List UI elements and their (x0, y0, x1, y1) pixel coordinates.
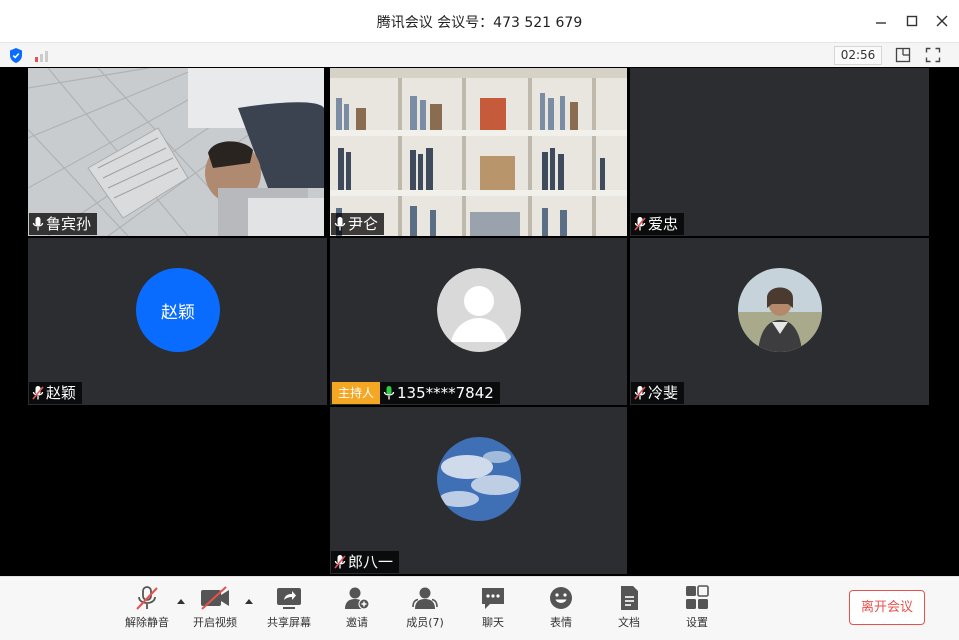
chat-icon (482, 588, 504, 609)
participant-nameplate: 135****7842 (380, 382, 500, 404)
participant-name: 郎八一 (348, 553, 394, 571)
maximize-icon[interactable] (903, 12, 921, 30)
share-icon (277, 588, 301, 609)
participant-name: 鲁宾孙 (46, 215, 92, 233)
add-user-icon (345, 587, 370, 610)
grid-icon (686, 585, 709, 609)
invite-label: 邀请 (346, 616, 368, 629)
participant-nameplate: 鲁宾孙 (29, 213, 98, 235)
shield-icon[interactable] (8, 47, 24, 64)
reactions-label: 表情 (550, 616, 572, 629)
participant-nameplate: 赵颖 (29, 382, 83, 404)
participant-nameplate: 冷斐 (631, 382, 685, 404)
participant-name: 冷斐 (648, 384, 679, 402)
chat-label: 聊天 (482, 616, 504, 629)
mic-muted-icon (136, 586, 158, 610)
video-grid: 鲁宾孙 尹仑 爱忠 赵颖 赵颖 主持人 135****7842 冷斐 郎八一 (0, 67, 959, 576)
participant-tile[interactable]: 尹仑 (330, 68, 627, 236)
avatar (738, 268, 822, 352)
participant-name: 爱忠 (648, 215, 679, 233)
settings-button[interactable]: 设置 (667, 585, 727, 635)
avatar (437, 268, 521, 352)
close-icon[interactable] (933, 12, 951, 30)
docs-label: 文档 (618, 616, 640, 629)
participant-video (330, 68, 627, 236)
mic-muted-icon (634, 217, 646, 231)
share-screen-label: 共享屏幕 (267, 616, 311, 629)
avatar (437, 437, 521, 521)
participant-tile[interactable]: 主持人 135****7842 (330, 238, 627, 405)
document-icon (621, 586, 638, 610)
participant-name: 赵颖 (46, 384, 77, 402)
layout-icon[interactable] (895, 47, 911, 63)
mic-muted-icon (32, 386, 44, 400)
meeting-toolbar: 解除静音 开启视频 共享屏幕 邀请 成员(7) 聊天 表情 文档 设置 离开会议 (0, 576, 959, 640)
start-video-button[interactable]: 开启视频 (185, 585, 245, 635)
title-bar: 腾讯会议 会议号：473 521 679 (0, 0, 959, 42)
emoji-icon (550, 587, 572, 609)
members-button[interactable]: 成员(7) (395, 585, 455, 635)
video-off-icon (201, 586, 229, 610)
mic-icon (383, 386, 395, 400)
host-badge: 主持人 (332, 382, 381, 404)
participant-name: 尹仑 (348, 215, 379, 233)
participant-nameplate: 尹仑 (331, 213, 385, 235)
share-screen-button[interactable]: 共享屏幕 (259, 585, 319, 635)
participant-video (28, 68, 324, 236)
signal-icon[interactable] (34, 47, 52, 63)
invite-button[interactable]: 邀请 (327, 585, 387, 635)
participant-tile[interactable]: 鲁宾孙 (28, 68, 324, 236)
members-icon (412, 587, 438, 609)
unmute-label: 解除静音 (125, 616, 169, 629)
chevron-up-icon[interactable] (244, 597, 254, 605)
mic-muted-icon (634, 386, 646, 400)
members-label: 成员(7) (406, 616, 444, 629)
participant-tile[interactable]: 爱忠 (630, 68, 929, 236)
mic-icon (32, 217, 44, 231)
reactions-button[interactable]: 表情 (531, 585, 591, 635)
settings-label: 设置 (686, 616, 708, 629)
empty-tile (630, 407, 929, 574)
participant-tile[interactable]: 赵颖 赵颖 (28, 238, 327, 405)
participant-tile[interactable]: 郎八一 (330, 407, 627, 574)
fullscreen-icon[interactable] (925, 47, 941, 63)
avatar: 赵颖 (136, 268, 220, 352)
leave-meeting-button[interactable]: 离开会议 (849, 590, 925, 625)
window-title: 腾讯会议 会议号：473 521 679 (376, 15, 583, 31)
participant-nameplate: 爱忠 (631, 213, 685, 235)
empty-tile (28, 407, 327, 574)
start-video-label: 开启视频 (193, 616, 237, 629)
participant-tile[interactable]: 冷斐 (630, 238, 929, 405)
docs-button[interactable]: 文档 (599, 585, 659, 635)
minimize-icon[interactable] (872, 12, 890, 30)
meeting-timer: 02:56 (834, 46, 882, 65)
chat-button[interactable]: 聊天 (463, 585, 523, 635)
participant-nameplate: 郎八一 (331, 551, 400, 573)
mic-icon (334, 217, 346, 231)
participant-name: 135****7842 (397, 384, 494, 402)
mic-muted-icon (334, 555, 346, 569)
status-bar: 02:56 (0, 42, 959, 67)
unmute-button[interactable]: 解除静音 (117, 585, 177, 635)
